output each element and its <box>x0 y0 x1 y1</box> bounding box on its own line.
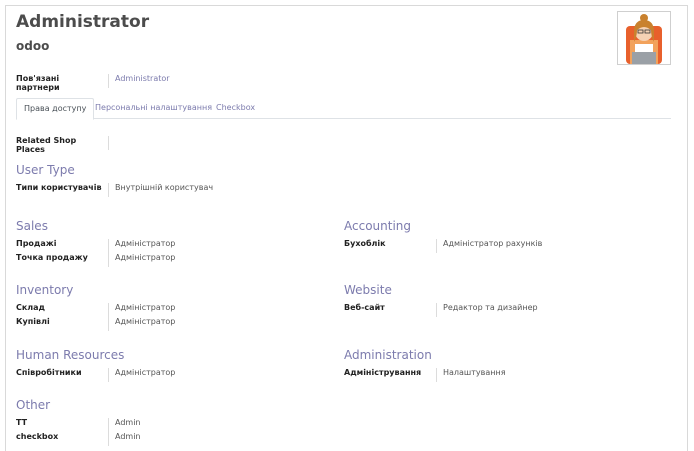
user-type-field: Типи користувачів Внутрішній користувач <box>16 183 213 197</box>
employees-field: Співробітники Адміністратор <box>16 368 175 382</box>
website-value[interactable]: Редактор та дизайнер <box>437 303 538 312</box>
purchase-field: Купівлі Адміністратор <box>16 317 175 331</box>
avatar-image-icon <box>618 12 670 64</box>
shop-places-label: Related Shop Places <box>16 136 109 154</box>
user-type-value[interactable]: Внутрішній користувач <box>109 183 213 192</box>
checkbox-field: checkbox Admin <box>16 432 141 446</box>
section-website: Website <box>344 283 392 297</box>
accounting-value[interactable]: Адміністратор рахунків <box>437 239 542 248</box>
sales-field: Продажі Адміністратор <box>16 239 175 253</box>
related-partner-link[interactable]: Administrator <box>109 74 170 83</box>
user-login: odoo <box>16 39 50 53</box>
administration-label: Адміністрування <box>344 368 437 382</box>
form-sheet: Administrator odoo Пов'язані партнери Ad… <box>5 5 688 451</box>
tt-label: TT <box>16 418 109 432</box>
tt-field: TT Admin <box>16 418 141 432</box>
employees-label: Співробітники <box>16 368 109 382</box>
inventory-label: Склад <box>16 303 109 317</box>
administration-value[interactable]: Налаштування <box>437 368 506 377</box>
accounting-label: Бухоблік <box>344 239 437 253</box>
inventory-value[interactable]: Адміністратор <box>109 303 175 312</box>
tt-value[interactable]: Admin <box>109 418 141 427</box>
accounting-field: Бухоблік Адміністратор рахунків <box>344 239 542 253</box>
checkbox-label: checkbox <box>16 432 109 446</box>
tab-personal-settings[interactable]: Персональні налаштування <box>88 98 219 118</box>
user-name-title: Administrator <box>16 12 150 32</box>
purchase-label: Купівлі <box>16 317 109 331</box>
notebook-tabs: Права доступу Персональні налаштування C… <box>16 98 671 120</box>
sales-label: Продажі <box>16 239 109 253</box>
section-administration: Administration <box>344 348 432 362</box>
user-type-label: Типи користувачів <box>16 183 109 197</box>
website-field: Веб-сайт Редактор та дизайнер <box>344 303 538 317</box>
pos-value[interactable]: Адміністратор <box>109 253 175 262</box>
inventory-field: Склад Адміністратор <box>16 303 175 317</box>
administration-field: Адміністрування Налаштування <box>344 368 506 382</box>
purchase-value[interactable]: Адміністратор <box>109 317 175 326</box>
section-sales: Sales <box>16 219 48 233</box>
checkbox-value[interactable]: Admin <box>109 432 141 441</box>
employees-value[interactable]: Адміністратор <box>109 368 175 377</box>
shop-places-field: Related Shop Places <box>16 136 115 154</box>
pos-field: Точка продажу Адміністратор <box>16 253 175 267</box>
section-inventory: Inventory <box>16 283 74 297</box>
section-human-resources: Human Resources <box>16 348 125 362</box>
website-label: Веб-сайт <box>344 303 437 317</box>
tab-checkbox[interactable]: Checkbox <box>209 98 262 118</box>
pos-label: Точка продажу <box>16 253 109 267</box>
section-user-type: User Type <box>16 163 75 177</box>
section-accounting: Accounting <box>344 219 412 233</box>
tab-access-rights[interactable]: Права доступу <box>16 98 95 120</box>
related-partner-field: Пов'язані партнери Administrator <box>16 74 170 92</box>
section-other: Other <box>16 398 51 412</box>
related-partner-label: Пов'язані партнери <box>16 74 109 92</box>
sales-value[interactable]: Адміністратор <box>109 239 175 248</box>
avatar[interactable] <box>617 11 671 65</box>
